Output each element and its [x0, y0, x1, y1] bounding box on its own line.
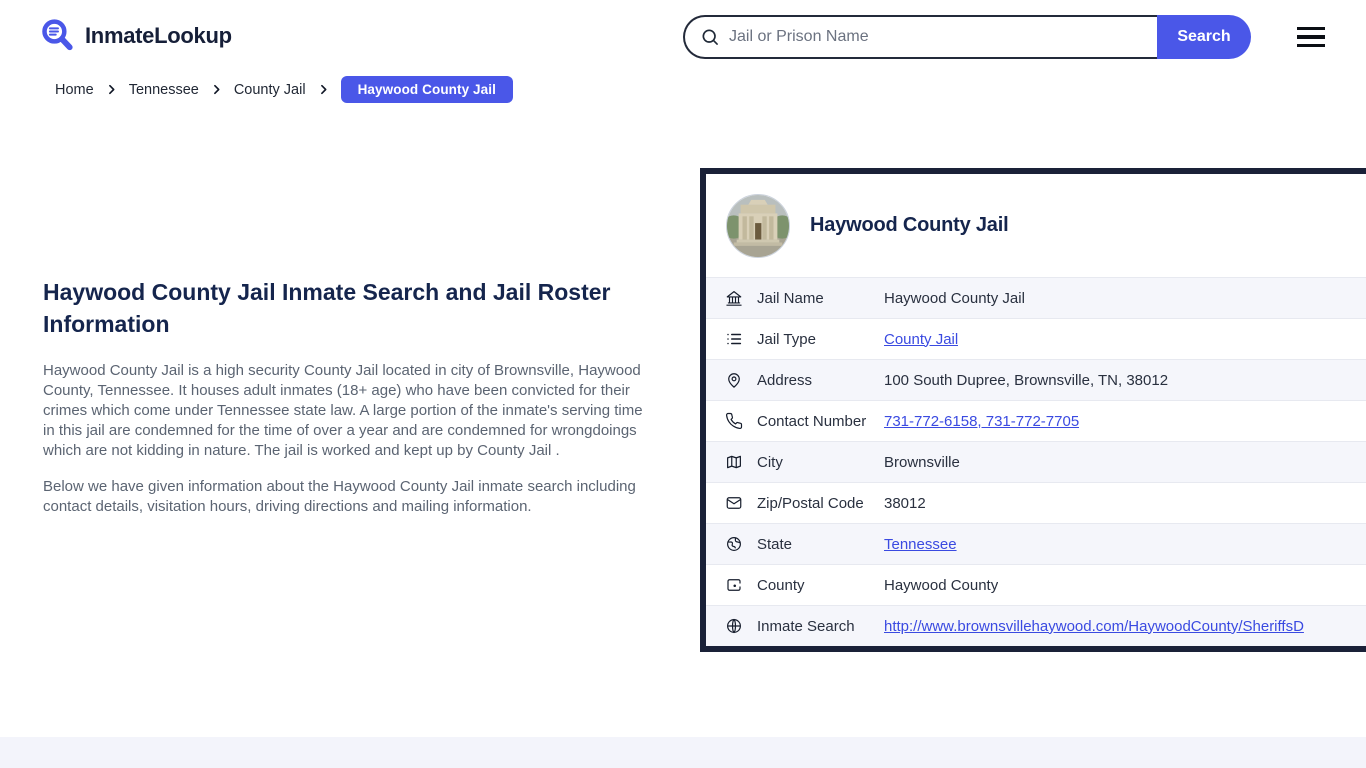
row-label: Contact Number — [757, 412, 867, 430]
search-icon — [702, 29, 718, 45]
table-row-jail-type: Jail Type County Jail — [706, 318, 1366, 359]
search-input[interactable] — [729, 28, 1157, 46]
hamburger-menu-icon[interactable] — [1297, 27, 1325, 48]
table-row-zip: Zip/Postal Code 38012 — [706, 482, 1366, 523]
jail-type-link[interactable]: County Jail — [884, 331, 958, 348]
article: Haywood County Jail Inmate Search and Ja… — [43, 276, 645, 533]
row-label: Jail Type — [757, 330, 816, 348]
row-label: Jail Name — [757, 289, 824, 307]
search-button[interactable]: Search — [1157, 15, 1251, 59]
table-row-contact-number: Contact Number 731-772-6158, 731-772-770… — [706, 400, 1366, 441]
jail-card-title: Haywood County Jail — [810, 214, 1009, 236]
globe-icon — [725, 617, 743, 635]
chevron-right-icon — [108, 84, 115, 95]
jail-details-table: Jail Name Haywood County Jail Jail Type … — [706, 277, 1366, 646]
magnifier-document-logo-icon — [42, 19, 73, 51]
inmate-search-link[interactable]: http://www.brownsvillehaywood.com/Haywoo… — [884, 618, 1304, 635]
list-icon — [725, 330, 743, 348]
phone-icon — [725, 412, 743, 430]
jail-info-card: Haywood County Jail Jail Name Haywood Co… — [700, 168, 1366, 652]
site-logo[interactable]: InmateLookup — [40, 18, 232, 54]
row-label: Zip/Postal Code — [757, 494, 864, 512]
courthouse-photo-illustration — [727, 194, 789, 257]
county-map-icon — [725, 576, 743, 594]
row-value: 100 South Dupree, Brownsville, TN, 38012 — [884, 371, 1169, 389]
row-value: Brownsville — [884, 453, 960, 471]
jail-card-header: Haywood County Jail — [706, 174, 1366, 277]
row-value: Haywood County Jail — [884, 289, 1025, 307]
breadcrumb-county-jail[interactable]: County Jail — [234, 82, 306, 98]
breadcrumb-current-badge: Haywood County Jail — [340, 76, 513, 103]
table-row-city: City Brownsville — [706, 441, 1366, 482]
logo-text: InmateLookup — [85, 23, 232, 48]
table-row-county: County Haywood County — [706, 564, 1366, 605]
table-row-state: State Tennessee — [706, 523, 1366, 564]
chevron-right-icon — [320, 84, 327, 95]
contact-number-link[interactable]: 731-772-6158, 731-772-7705 — [884, 413, 1079, 430]
row-value: 38012 — [884, 494, 926, 512]
article-paragraph-2: Below we have given information about th… — [43, 478, 636, 515]
breadcrumb-home[interactable]: Home — [55, 82, 94, 98]
article-paragraph-1: Haywood County Jail is a high security C… — [43, 362, 643, 459]
bank-icon — [725, 289, 743, 307]
envelope-icon — [725, 494, 743, 512]
chevron-right-icon — [213, 84, 220, 95]
row-value: Haywood County — [884, 576, 999, 594]
page-title: Haywood County Jail Inmate Search and Ja… — [43, 279, 611, 337]
table-row-jail-name: Jail Name Haywood County Jail — [706, 277, 1366, 318]
map-pin-icon — [725, 371, 743, 389]
row-label: City — [757, 453, 783, 471]
footer-band — [0, 737, 1366, 768]
search-bar: Search — [683, 15, 1251, 59]
jail-photo — [726, 193, 790, 258]
row-label: Inmate Search — [757, 617, 855, 635]
table-row-address: Address 100 South Dupree, Brownsville, T… — [706, 359, 1366, 400]
row-label: State — [757, 535, 793, 553]
table-row-inmate-search: Inmate Search http://www.brownsvillehayw… — [706, 605, 1366, 646]
row-label: County — [757, 576, 805, 594]
state-link[interactable]: Tennessee — [884, 536, 957, 553]
row-label: Address — [757, 371, 813, 389]
breadcrumb-tennessee[interactable]: Tennessee — [129, 82, 199, 98]
folded-map-icon — [725, 453, 743, 471]
globe-americas-icon — [725, 535, 743, 553]
search-input-wrap — [683, 15, 1157, 59]
breadcrumb: Home Tennessee County Jail Haywood Count… — [55, 76, 513, 103]
